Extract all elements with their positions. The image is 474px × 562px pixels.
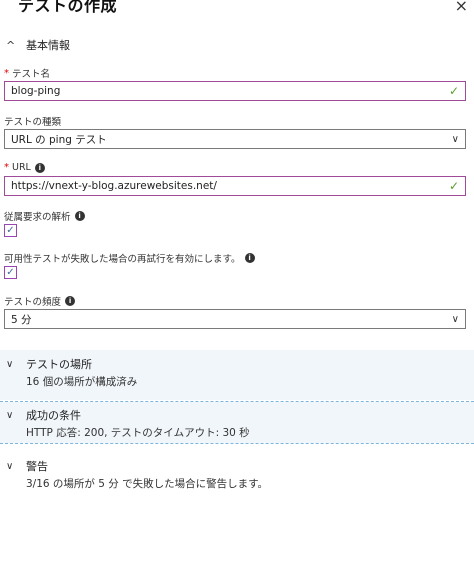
chevron-up-icon: ^	[6, 38, 16, 52]
page-title: テストの作成	[18, 0, 118, 15]
success-criteria-panel[interactable]: ∨ 成功の条件 HTTP 応答: 200, テストのタイムアウト: 30 秒	[0, 402, 474, 443]
test-locations-panel[interactable]: ∨ テストの場所 16 個の場所が構成済み	[0, 350, 474, 400]
close-button[interactable]: ×	[455, 0, 468, 15]
url-label-text: URL	[12, 162, 31, 173]
url-value: https://vnext-y-blog.azurewebsites.net/	[11, 180, 217, 192]
chevron-down-icon: ∨	[6, 358, 14, 370]
success-criteria-title: 成功の条件	[26, 409, 81, 422]
valid-check-icon: ✓	[448, 84, 459, 98]
basic-info-title: 基本情報	[26, 39, 70, 52]
test-name-input[interactable]: blog-ping ✓	[4, 81, 466, 101]
chevron-down-icon: ∨	[6, 409, 14, 421]
required-marker: *	[4, 67, 9, 79]
dependent-requests-label: 従属要求の解析 i	[4, 209, 85, 223]
test-name-label-text: テスト名	[12, 69, 51, 80]
retry-label-text: 可用性テストが失敗した場合の再試行を有効にします。	[4, 254, 241, 265]
retry-checkbox[interactable]: ✓	[4, 266, 17, 279]
alerts-panel[interactable]: ∨ 警告 3/16 の場所が 5 分 で失敗した場合に警告します。	[0, 458, 474, 498]
info-icon[interactable]: i	[244, 253, 255, 263]
test-name-value: blog-ping	[11, 85, 61, 97]
test-type-label: テストの種類	[4, 117, 62, 128]
chevron-down-icon: ∨	[6, 460, 14, 472]
url-label: * URL i	[4, 162, 45, 173]
frequency-label-text: テストの頻度	[4, 297, 62, 308]
frequency-select[interactable]: 5 分 ∨	[4, 309, 466, 329]
divider	[0, 443, 474, 444]
alerts-title: 警告	[26, 460, 48, 473]
success-criteria-summary: HTTP 応答: 200, テストのタイムアウト: 30 秒	[26, 427, 250, 439]
retry-label: 可用性テストが失敗した場合の再試行を有効にします。 i	[4, 251, 255, 265]
test-type-select[interactable]: URL の ping テスト ∨	[4, 129, 466, 149]
dependent-requests-label-text: 従属要求の解析	[4, 212, 71, 223]
alerts-summary: 3/16 の場所が 5 分 で失敗した場合に警告します。	[26, 478, 269, 490]
info-icon[interactable]: i	[65, 296, 76, 306]
frequency-label: テストの頻度 i	[4, 294, 76, 308]
info-icon[interactable]: i	[34, 162, 45, 173]
info-icon[interactable]: i	[74, 211, 85, 221]
chevron-down-icon: ∨	[451, 313, 459, 325]
test-name-label: * テスト名	[4, 66, 51, 81]
url-input[interactable]: https://vnext-y-blog.azurewebsites.net/ …	[4, 176, 466, 196]
valid-check-icon: ✓	[448, 179, 459, 193]
chevron-down-icon: ∨	[451, 133, 459, 145]
test-type-value: URL の ping テスト	[11, 133, 107, 146]
required-marker: *	[4, 162, 9, 173]
dependent-requests-checkbox[interactable]: ✓	[4, 224, 17, 237]
test-locations-title: テストの場所	[26, 358, 92, 371]
frequency-value: 5 分	[11, 313, 32, 326]
basic-info-header[interactable]: ^ 基本情報	[6, 37, 70, 53]
test-locations-summary: 16 個の場所が構成済み	[26, 376, 138, 388]
